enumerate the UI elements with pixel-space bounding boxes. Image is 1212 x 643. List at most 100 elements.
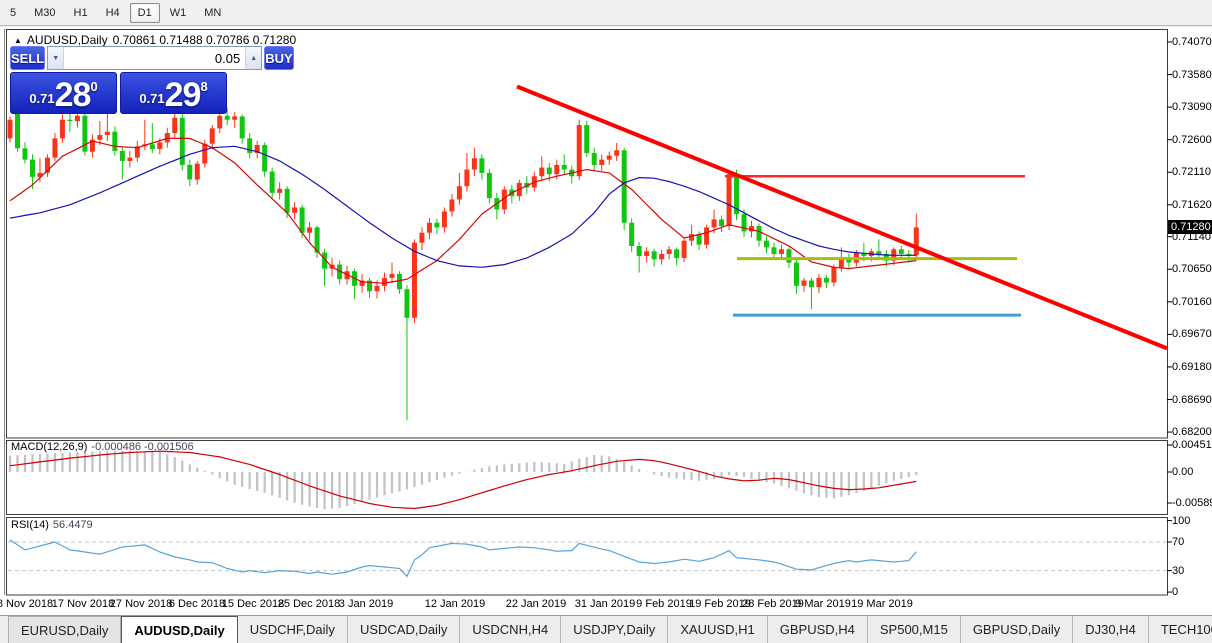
candle-body <box>104 131 110 136</box>
chart-tab-gbpusd-daily[interactable]: GBPUSD,Daily <box>959 616 1072 643</box>
date-axis-label: 15 Dec 2018 <box>221 598 285 610</box>
candle-body <box>778 249 784 254</box>
candle-body <box>771 247 777 254</box>
date-axis-label: 25 Dec 2018 <box>277 598 341 610</box>
timeframe-button-h4[interactable]: H4 <box>98 3 128 23</box>
bid-price-sup: 0 <box>90 79 98 94</box>
candle-body <box>696 234 702 245</box>
candle-body <box>763 240 769 248</box>
candle-body <box>224 115 230 120</box>
date-axis-label: 3 Jan 2019 <box>338 598 394 610</box>
macd-axis-label: 0.004517 <box>1172 439 1212 451</box>
chart-tab-eurusd-daily[interactable]: EURUSD,Daily <box>8 616 122 643</box>
chart-tab-audusd-daily[interactable]: AUDUSD,Daily <box>121 616 238 643</box>
candle-body <box>434 222 440 228</box>
chart-tab-usdcnh-h4[interactable]: USDCNH,H4 <box>459 616 560 643</box>
candle-body <box>389 273 395 278</box>
candle-body <box>441 211 447 228</box>
volume-input[interactable] <box>64 47 246 69</box>
candle-body <box>404 289 410 318</box>
candle-body <box>561 164 567 170</box>
timeframe-button-w1[interactable]: W1 <box>162 3 195 23</box>
candle-body <box>876 251 882 254</box>
price-axis-label: 0.70650 <box>1172 263 1212 276</box>
candle-body <box>659 253 665 260</box>
date-axis-label: 22 Jan 2019 <box>505 598 567 610</box>
macd-values: -0.000486 -0.001506 <box>91 441 194 453</box>
chart-tab-usdchf-daily[interactable]: USDCHF,Daily <box>238 616 347 643</box>
candle-body <box>621 150 627 223</box>
candle-body <box>486 172 492 199</box>
chart-tab-usdjpy-daily[interactable]: USDJPY,Daily <box>560 616 667 643</box>
candle-body <box>816 277 822 288</box>
candle-body <box>29 159 35 177</box>
candle-body <box>576 125 582 177</box>
price-axis-label: 0.73090 <box>1172 101 1212 114</box>
timeframe-button-m30[interactable]: M30 <box>26 3 63 23</box>
chart-tab-dj30-h4[interactable]: DJ30,H4 <box>1072 616 1148 643</box>
price-axis-label: 0.69670 <box>1172 328 1212 341</box>
candle-body <box>382 277 387 286</box>
candle-body <box>127 157 133 161</box>
candle-body <box>426 222 432 233</box>
candle-body <box>546 167 552 175</box>
date-axis-label: 9 Mar 2019 <box>795 598 851 610</box>
candle-body <box>636 246 642 256</box>
price-axis-label: 0.74070 <box>1172 36 1212 48</box>
bid-price-prefix: 0.71 <box>29 91 55 106</box>
chart-tab-sp500-m15[interactable]: SP500,M15 <box>866 616 960 643</box>
sell-button[interactable]: SELL <box>10 46 46 70</box>
candle-body <box>307 227 313 233</box>
candle-body <box>606 155 612 160</box>
price-axis-label: 0.72600 <box>1172 133 1212 146</box>
chart-ohlc-values: 0.70861 0.71488 0.70786 0.71280 <box>112 33 297 47</box>
candle-body <box>119 150 125 161</box>
candle-body <box>681 240 687 258</box>
timeframe-button-d1[interactable]: D1 <box>129 2 160 23</box>
candle-body <box>217 115 223 129</box>
candle-body <box>801 280 807 286</box>
chart-tab-bar: EURUSD,Daily AUDUSD,Daily USDCHF,Daily USDC… <box>0 615 1212 643</box>
timeframe-button-mn[interactable]: MN <box>196 3 229 23</box>
candle-body <box>269 171 275 193</box>
candle-body <box>262 144 268 172</box>
candle-body <box>644 251 650 256</box>
date-axis-label: 31 Jan 2019 <box>574 598 636 610</box>
macd-axis-label: -0.005899 <box>1172 497 1212 509</box>
ask-price-box[interactable]: 0.71 29 8 <box>120 72 227 114</box>
macd-name: MACD(12,26,9) <box>11 441 88 453</box>
rsi-indicator-label: RSI(14) 56.4479 <box>11 519 93 531</box>
volume-decrease-icon[interactable]: ▼ <box>48 47 65 69</box>
candle-body <box>14 113 20 149</box>
candle-body <box>599 159 605 165</box>
rsi-name: RSI(14) <box>11 519 49 531</box>
candle-body <box>479 158 485 173</box>
candle-body <box>674 249 680 258</box>
candle-body <box>396 273 402 290</box>
price-axis-label: 0.72110 <box>1172 166 1211 179</box>
timeframe-button-5[interactable]: 5 <box>2 3 24 23</box>
price-axis-label: 0.70160 <box>1172 295 1212 308</box>
buy-button[interactable]: BUY <box>264 46 294 70</box>
candle-body <box>823 277 829 283</box>
candle-body <box>172 117 178 134</box>
candle-body <box>831 267 837 283</box>
candle-body <box>913 227 919 256</box>
expand-arrow-icon[interactable]: ▲ <box>14 36 22 45</box>
chart-canvas[interactable] <box>0 27 1212 642</box>
date-axis-label: 8 Nov 2018 <box>0 598 54 610</box>
ask-price-big: 29 <box>164 76 202 114</box>
candle-body <box>449 199 455 212</box>
date-axis-label: 17 Nov 2018 <box>51 598 115 610</box>
candle-body <box>419 232 425 243</box>
candle-body <box>719 219 725 227</box>
timeframe-button-h1[interactable]: H1 <box>66 3 96 23</box>
chart-tab-tech100-h1[interactable]: TECH100,H1 <box>1147 616 1212 643</box>
chart-tab-xauusd-h1[interactable]: XAUUSD,H1 <box>667 616 766 643</box>
bid-price-box[interactable]: 0.71 28 0 <box>10 72 117 114</box>
candle-body <box>793 262 799 286</box>
volume-increase-icon[interactable]: ▲ <box>245 47 262 69</box>
chart-tab-usdcad-daily[interactable]: USDCAD,Daily <box>346 616 459 643</box>
macd-indicator-label: MACD(12,26,9) -0.000486 -0.001506 <box>11 441 194 453</box>
chart-tab-gbpusd-h4[interactable]: GBPUSD,H4 <box>766 616 867 643</box>
